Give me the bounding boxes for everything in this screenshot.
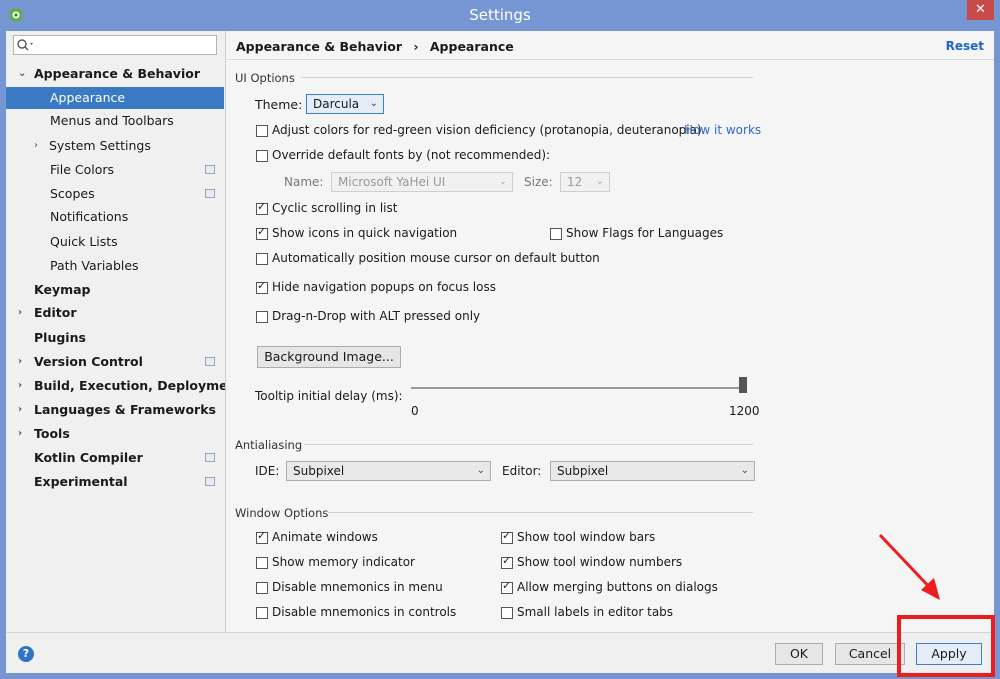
annotation-arrow-icon	[878, 533, 940, 600]
annotation-highlight-box	[897, 615, 995, 677]
settings-window: Settings ✕ ⌄ Appearance & Behavior Appea…	[0, 0, 1000, 679]
